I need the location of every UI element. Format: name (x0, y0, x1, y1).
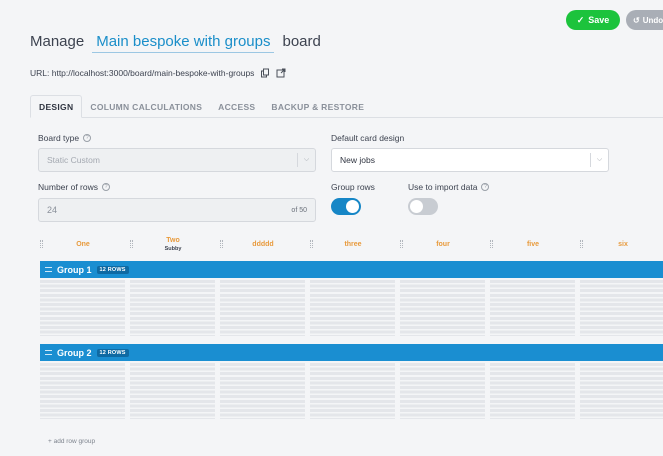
default-card-label: Default card design (331, 133, 404, 143)
cell-column[interactable] (220, 280, 305, 336)
board-url-text: URL: http://localhost:3000/board/main-be… (30, 68, 255, 78)
save-button-label: Save (588, 15, 610, 25)
num-rows-max: of 50 (291, 206, 307, 214)
column-header[interactable]: five (488, 232, 578, 258)
cell-column[interactable] (40, 280, 125, 336)
help-icon[interactable]: ? (102, 183, 110, 191)
tab-bar: DESIGN COLUMN CALCULATIONS ACCESS BACKUP… (30, 95, 663, 118)
column-header[interactable]: three (308, 232, 398, 258)
cell-column[interactable] (580, 363, 663, 419)
num-rows-input[interactable]: 24 of 50 (38, 198, 316, 222)
undo-button-label: Undo (642, 15, 663, 25)
tab-design[interactable]: DESIGN (30, 95, 83, 118)
row-count-badge: 12 ROWS (96, 348, 129, 357)
chevron-down-icon: ⌵ (297, 153, 315, 167)
column-header[interactable]: Two Subby (128, 232, 218, 258)
num-rows-label-text: Number of rows (38, 182, 98, 192)
help-icon[interactable]: ? (83, 134, 92, 142)
group-rows-toggle[interactable] (331, 198, 361, 215)
board-type-value: Static Custom (47, 155, 100, 165)
title-prefix: Manage (30, 33, 85, 50)
group-rows (40, 363, 663, 419)
default-card-value: New jobs (340, 155, 375, 165)
board-type-select[interactable]: Static Custom ⌵ (38, 148, 316, 172)
column-name: ddddd (252, 241, 274, 248)
column-name: five (526, 241, 540, 248)
column-headers: One Two Subby ddddd three four five six (38, 232, 663, 258)
copy-icon[interactable] (260, 68, 270, 78)
cell-column[interactable] (400, 363, 485, 419)
add-row-group-link[interactable]: + add row group (48, 438, 95, 445)
board-type-label: Board type ? (38, 133, 92, 143)
column-name: One (76, 241, 90, 248)
column-subtitle: Subby (164, 246, 182, 252)
tab-access[interactable]: ACCESS (210, 95, 263, 118)
group-rows-label-text: Group rows (331, 182, 375, 192)
group-name: Group 1 (57, 264, 92, 275)
chevron-down-icon: ⌵ (590, 153, 608, 167)
column-header[interactable]: six (578, 232, 663, 258)
tab-column-calculations[interactable]: COLUMN CALCULATIONS (82, 95, 210, 118)
group-rows-label: Group rows (331, 182, 375, 192)
top-actions: ✓ Save ↺ Undo (566, 10, 663, 30)
import-label-text: Use to import data (408, 182, 478, 192)
check-icon: ✓ (576, 14, 585, 25)
import-toggle[interactable] (408, 198, 438, 215)
tab-backup-restore[interactable]: BACKUP & RESTORE (263, 95, 372, 118)
toggle-knob (346, 200, 359, 213)
column-header[interactable]: ddddd (218, 232, 308, 258)
num-rows-label: Number of rows ? (38, 182, 110, 192)
column-name: four (436, 241, 450, 248)
save-button[interactable]: ✓ Save (566, 10, 620, 30)
row-group-header[interactable]: Group 2 12 ROWS (40, 344, 663, 361)
board-type-label-text: Board type (38, 133, 80, 143)
drag-handle-icon[interactable] (45, 350, 52, 355)
group-rows (40, 280, 663, 336)
title-suffix: board (282, 33, 321, 50)
group-name: Group 2 (57, 347, 92, 358)
board-url: URL: http://localhost:3000/board/main-be… (30, 68, 286, 78)
cell-column[interactable] (400, 280, 485, 336)
cell-column[interactable] (580, 280, 663, 336)
board-grid: One Two Subby ddddd three four five six (38, 232, 663, 258)
num-rows-value: 24 (47, 205, 58, 215)
undo-icon: ↺ (633, 15, 640, 25)
column-header[interactable]: One (38, 232, 128, 258)
import-label: Use to import data ? (408, 182, 490, 192)
cell-column[interactable] (310, 280, 395, 336)
cell-column[interactable] (220, 363, 305, 419)
default-card-label-text: Default card design (331, 133, 405, 143)
column-header[interactable]: four (398, 232, 488, 258)
page-title: Manage Main bespoke with groups board (30, 33, 321, 53)
cell-column[interactable] (310, 363, 395, 419)
column-name: six (618, 241, 628, 248)
row-count-badge: 12 ROWS (96, 265, 129, 274)
column-name: Two (166, 237, 180, 244)
column-name: three (344, 241, 362, 248)
external-link-icon[interactable] (276, 68, 286, 78)
board-name-input[interactable]: Main bespoke with groups (92, 33, 275, 53)
toggle-knob (410, 200, 423, 213)
cell-column[interactable] (490, 363, 575, 419)
cell-column[interactable] (490, 280, 575, 336)
default-card-select[interactable]: New jobs ⌵ (331, 148, 609, 172)
cell-column[interactable] (40, 363, 125, 419)
row-group-header[interactable]: Group 1 12 ROWS (40, 261, 663, 278)
cell-column[interactable] (130, 363, 215, 419)
undo-button[interactable]: ↺ Undo (626, 10, 663, 30)
cell-column[interactable] (130, 280, 215, 336)
help-icon[interactable]: ? (481, 183, 490, 191)
drag-handle-icon[interactable] (45, 267, 52, 272)
